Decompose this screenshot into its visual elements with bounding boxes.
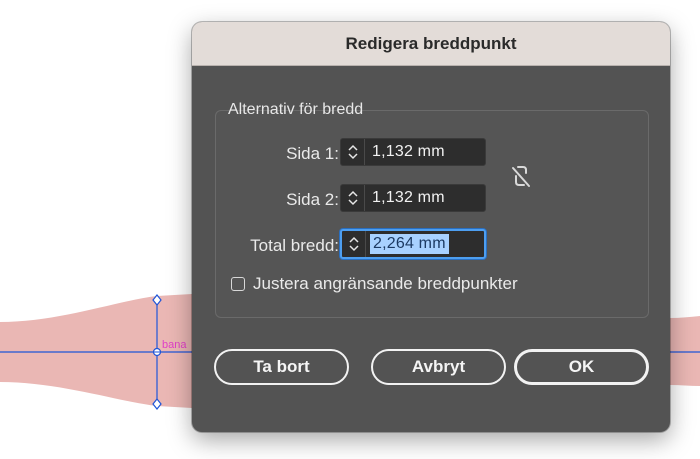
adjust-adjacent-checkbox[interactable] [231,277,245,291]
side1-value[interactable]: 1,132 mm [365,143,445,161]
stepper-arrows-icon [348,236,359,252]
side1-label: Sida 1: [286,144,339,163]
path-label: bana [162,339,187,351]
total-width-label: Total bredd: [250,236,339,255]
stepper-arrows-icon [347,144,358,160]
dialog-titlebar[interactable]: Redigera breddpunkt [192,22,670,66]
edit-width-point-dialog: Redigera breddpunkt Alternativ för bredd… [192,22,670,432]
side2-label: Sida 2: [286,190,339,209]
broken-link-icon[interactable] [510,164,532,190]
delete-button[interactable]: Ta bort [214,349,349,385]
ok-button[interactable]: OK [514,349,649,385]
side2-value[interactable]: 1,132 mm [365,189,445,207]
width-shape-right [670,316,700,386]
cancel-button[interactable]: Avbryt [371,349,506,385]
adjust-adjacent-label[interactable]: Justera angränsande breddpunkter [253,274,518,294]
width-shape-left [0,294,192,408]
stepper-arrows-icon [347,190,358,206]
side1-field[interactable]: 1,132 mm [340,138,486,166]
total-width-field[interactable]: 2,264 mm [340,229,486,259]
adjust-adjacent-checkbox-row[interactable]: Justera angränsande breddpunkter [231,274,518,294]
width-options-label: Alternativ för bredd [228,101,364,118]
side2-field[interactable]: 1,132 mm [340,184,486,212]
side1-stepper[interactable] [341,139,365,165]
total-width-value[interactable]: 2,264 mm [370,234,449,254]
dialog-title: Redigera breddpunkt [345,33,517,53]
side2-stepper[interactable] [341,185,365,211]
total-width-stepper[interactable] [342,231,366,257]
